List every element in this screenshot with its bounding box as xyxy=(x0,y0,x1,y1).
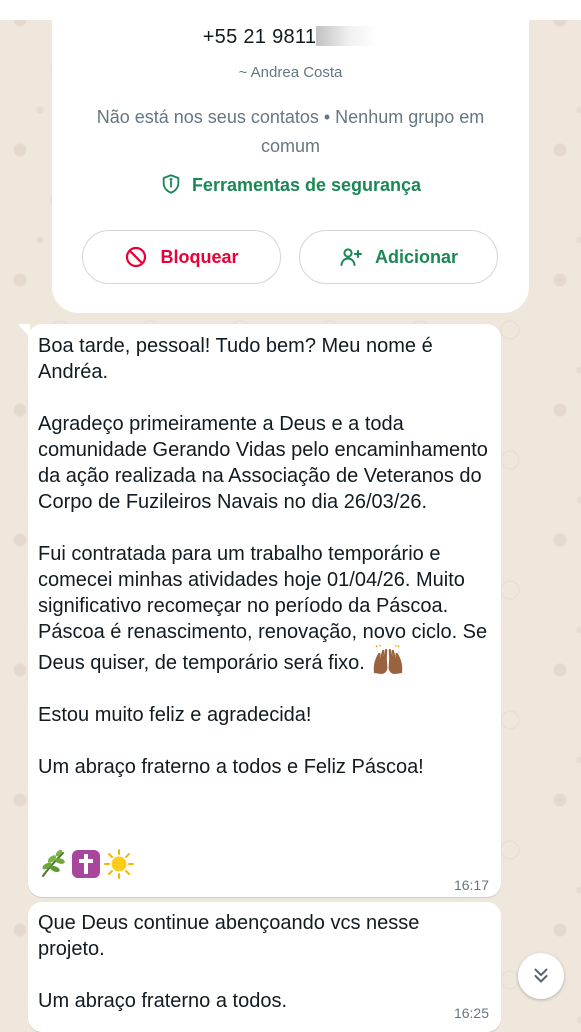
safety-tools-label: Ferramentas de segurança xyxy=(191,175,422,195)
message-text: Boa tarde, pessoal! Tudo bem? Meu nome é… xyxy=(38,333,489,780)
safety-tools-link[interactable]: Ferramentas de segurança xyxy=(52,173,529,196)
message-timestamp: 16:17 xyxy=(453,877,489,893)
sun-emoji xyxy=(104,849,134,879)
shield-icon xyxy=(162,174,180,194)
message-text: Que Deus continue abençoando vcs nesse p… xyxy=(38,912,420,1012)
block-button-label: Bloquear xyxy=(160,246,239,267)
double-chevron-down-icon xyxy=(534,968,548,983)
add-button-label: Adicionar xyxy=(374,246,458,267)
message-body-part-1: Boa tarde, pessoal! Tudo bem? Meu nome é… xyxy=(38,335,488,674)
message-timestamp: 16:25 xyxy=(453,1005,489,1021)
message-body-part-2: Estou muito feliz e agradecida! Um abraç… xyxy=(38,704,424,778)
raising-hands-emoji xyxy=(373,645,403,674)
scroll-to-bottom-button[interactable] xyxy=(518,953,564,999)
herb-emoji xyxy=(42,849,65,877)
block-icon xyxy=(126,246,147,268)
add-contact-button[interactable]: Adicionar xyxy=(299,230,498,284)
message-emoji-row xyxy=(38,849,134,879)
contact-phone-text: +55 21 9811 xyxy=(202,26,317,48)
incoming-message[interactable]: Boa tarde, pessoal! Tudo bem? Meu nome é… xyxy=(18,324,501,897)
contact-phone-number: +55 21 9811 xyxy=(52,26,529,49)
latin-cross-emoji xyxy=(72,850,100,878)
contact-pushname: ~ Andrea Costa xyxy=(238,64,343,81)
unknown-contact-card: +55 21 9811 ~ Andrea Costa Não está nos … xyxy=(52,0,529,313)
phone-redaction xyxy=(316,26,379,46)
incoming-message[interactable]: Que Deus continue abençoando vcs nesse p… xyxy=(28,902,501,1032)
block-button[interactable]: Bloquear xyxy=(82,230,281,284)
contact-status-text: Não está nos seus contatos • Nenhum grup… xyxy=(96,107,485,156)
add-person-icon xyxy=(340,248,362,266)
